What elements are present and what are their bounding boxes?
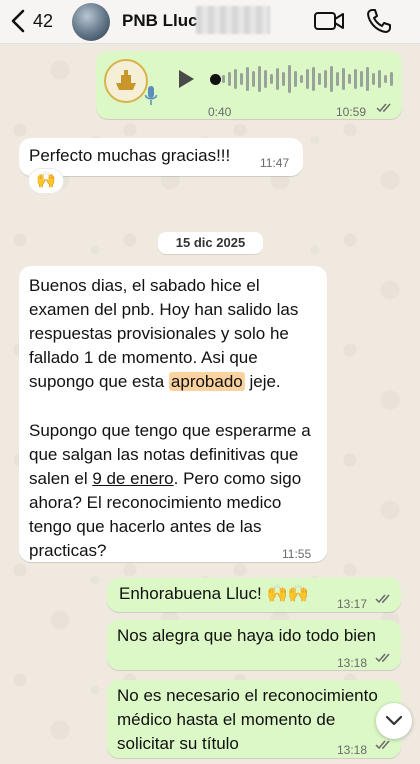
message-text: Perfecto muchas gracias!!! <box>29 146 231 165</box>
message-time: 11:55 <box>282 547 312 561</box>
message-text: Enhorabuena Lluc! 🙌🙌 <box>119 584 309 603</box>
play-icon[interactable] <box>176 68 196 90</box>
message-time: 13:18 <box>337 656 368 670</box>
double-check-icon <box>375 594 390 604</box>
outgoing-message-bubble[interactable]: Nos alegra que haya ido todo bien 13:18 <box>107 620 401 670</box>
message-time: 10:59 <box>336 105 367 119</box>
voice-message-bubble[interactable]: 0:40 10:59 <box>96 51 402 119</box>
unread-count[interactable]: 42 <box>33 11 53 32</box>
voice-duration: 0:40 <box>208 105 232 119</box>
incoming-message-bubble[interactable]: Buenos dias, el sabado hice el examen de… <box>19 266 327 562</box>
redacted-name <box>196 6 270 34</box>
video-call-icon[interactable] <box>313 9 345 33</box>
contact-name[interactable]: PNB Lluc <box>122 11 198 31</box>
message-time: 13:17 <box>337 597 368 611</box>
double-check-icon <box>376 103 391 113</box>
double-check-icon <box>375 740 390 750</box>
outgoing-message-bubble[interactable]: No es necesario el reconocimiento médico… <box>107 680 401 758</box>
message-paragraph: Supongo que tengo que esperarme a que sa… <box>29 419 321 563</box>
reaction-badge[interactable]: 🙌 <box>28 168 64 194</box>
sender-avatar <box>104 59 148 103</box>
mic-icon <box>144 86 158 105</box>
audio-waveform[interactable] <box>220 63 398 95</box>
scroll-to-bottom-button[interactable] <box>376 703 412 739</box>
message-text: Nos alegra que haya ido todo bien <box>117 626 376 645</box>
contact-avatar[interactable] <box>72 3 110 41</box>
outgoing-message-bubble[interactable]: Enhorabuena Lluc! 🙌🙌 13:17 <box>107 578 401 612</box>
chevron-down-icon <box>385 715 403 726</box>
chat-header: 42 PNB Lluc <box>0 0 420 44</box>
chevron-left-icon[interactable] <box>8 8 30 34</box>
message-text: jeje. <box>244 372 281 391</box>
ship-logo-icon <box>116 70 136 90</box>
highlighted-word[interactable]: aprobado <box>168 372 245 391</box>
date-link[interactable]: 9 de enero <box>92 469 173 488</box>
incoming-message-bubble[interactable]: Perfecto muchas gracias!!! 11:47 <box>19 138 303 176</box>
message-time: 13:18 <box>337 743 368 757</box>
double-check-icon <box>375 653 390 663</box>
phone-icon[interactable] <box>366 8 392 34</box>
message-time: 11:47 <box>260 156 290 170</box>
date-separator: 15 dic 2025 <box>158 232 263 254</box>
message-paragraph: Buenos dias, el sabado hice el examen de… <box>29 274 321 394</box>
